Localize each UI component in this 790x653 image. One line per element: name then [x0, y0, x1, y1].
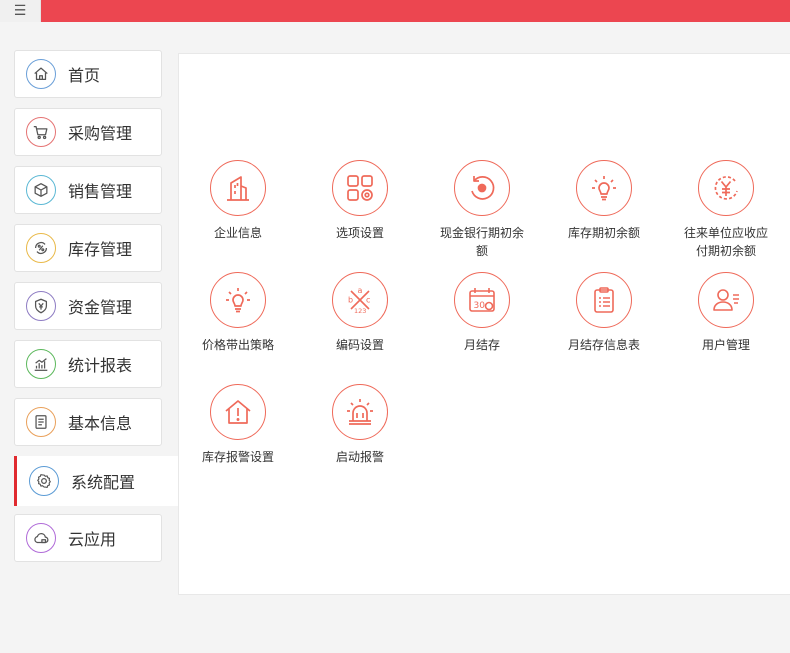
siren-icon: [332, 384, 388, 440]
bulb-icon: [210, 272, 266, 328]
tile-label: 编码设置: [335, 338, 384, 352]
tile-receivable-payable-opening[interactable]: 往来单位应收应付期初余额: [676, 160, 776, 260]
tile-cash-bank-opening[interactable]: 现金银行期初余额: [432, 160, 532, 260]
calendar-icon: 30: [454, 272, 510, 328]
svg-text:a: a: [358, 286, 363, 295]
sidebar-item-basic-info[interactable]: 基本信息: [14, 398, 162, 446]
tile-monthly-closing-report[interactable]: 月结存信息表: [554, 272, 654, 354]
tile-label: 启动报警: [335, 450, 384, 464]
sidebar-item-label: 基本信息: [68, 414, 133, 433]
sidebar-item-purchase[interactable]: 采购管理: [14, 108, 162, 156]
grid-gear-icon: [332, 160, 388, 216]
tile-inventory-alarm-settings[interactable]: 库存报警设置: [188, 384, 288, 466]
home-icon: [26, 59, 56, 89]
document-icon: [26, 407, 56, 437]
tile-label: 选项设置: [335, 226, 384, 240]
top-bar-accent: [41, 0, 790, 22]
abc-icon: a b c 123: [332, 272, 388, 328]
tile-user-management[interactable]: 用户管理: [676, 272, 776, 354]
sidebar: 首页 采购管理 销售管理 库存管理 资金管理 统计报表 基本信息 系统配置 云应…: [0, 22, 179, 653]
clipboard-icon: [576, 272, 632, 328]
tile-label: 月结存: [463, 338, 500, 352]
svg-text:123: 123: [354, 307, 366, 315]
top-bar: ☰: [0, 0, 790, 22]
cloud-icon: [26, 523, 56, 553]
sidebar-item-system-config[interactable]: 系统配置: [14, 456, 179, 506]
bulb-icon: [576, 160, 632, 216]
sidebar-item-label: 云应用: [68, 530, 117, 549]
sidebar-item-funds[interactable]: 资金管理: [14, 282, 162, 330]
refresh-icon: [454, 160, 510, 216]
sidebar-item-sales[interactable]: 销售管理: [14, 166, 162, 214]
tile-label: 往来单位应收应付期初余额: [683, 226, 768, 258]
tile-label: 库存期初余额: [567, 226, 640, 240]
main-panel: 企业信息 选项设置 现金银行期初余额 库存期初余额 往来单位应收应付期初余额 价…: [178, 53, 790, 595]
tile-label: 企业信息: [213, 226, 262, 240]
sidebar-item-label: 统计报表: [68, 356, 133, 375]
building-icon: [210, 160, 266, 216]
tile-label: 用户管理: [701, 338, 750, 352]
tile-price-strategy[interactable]: 价格带出策略: [188, 272, 288, 354]
svg-text:c: c: [366, 296, 370, 305]
user-icon: [698, 272, 754, 328]
house-alert-icon: [210, 384, 266, 440]
sidebar-item-label: 资金管理: [68, 298, 133, 317]
tile-label: 价格带出策略: [201, 338, 274, 352]
sidebar-item-inventory[interactable]: 库存管理: [14, 224, 162, 272]
sidebar-item-label: 销售管理: [68, 182, 133, 201]
sidebar-item-label: 首页: [68, 66, 101, 85]
hamburger-icon[interactable]: ☰: [0, 0, 41, 22]
tile-option-settings[interactable]: 选项设置: [310, 160, 410, 242]
sidebar-item-home[interactable]: 首页: [14, 50, 162, 98]
cart-icon: [26, 117, 56, 147]
svg-text:b: b: [348, 296, 353, 305]
tile-start-alarm[interactable]: 启动报警: [310, 384, 410, 466]
yen-circle-icon: [698, 160, 754, 216]
yen-shield-icon: [26, 291, 56, 321]
tile-label: 月结存信息表: [567, 338, 640, 352]
tile-code-settings[interactable]: a b c 123 编码设置: [310, 272, 410, 354]
sidebar-item-cloud[interactable]: 云应用: [14, 514, 162, 562]
sidebar-item-label: 系统配置: [71, 473, 136, 492]
percent-icon: [26, 233, 56, 263]
tile-monthly-closing[interactable]: 30 月结存: [432, 272, 532, 354]
tile-company-info[interactable]: 企业信息: [188, 160, 288, 242]
tile-inventory-opening[interactable]: 库存期初余额: [554, 160, 654, 242]
sidebar-item-label: 库存管理: [68, 240, 133, 259]
tile-label: 库存报警设置: [201, 450, 274, 464]
sidebar-item-reports[interactable]: 统计报表: [14, 340, 162, 388]
svg-text:30: 30: [474, 301, 486, 311]
box-icon: [26, 175, 56, 205]
sidebar-item-label: 采购管理: [68, 124, 133, 143]
gear-icon: [29, 466, 59, 496]
tile-label: 现金银行期初余额: [439, 226, 524, 258]
chart-icon: [26, 349, 56, 379]
